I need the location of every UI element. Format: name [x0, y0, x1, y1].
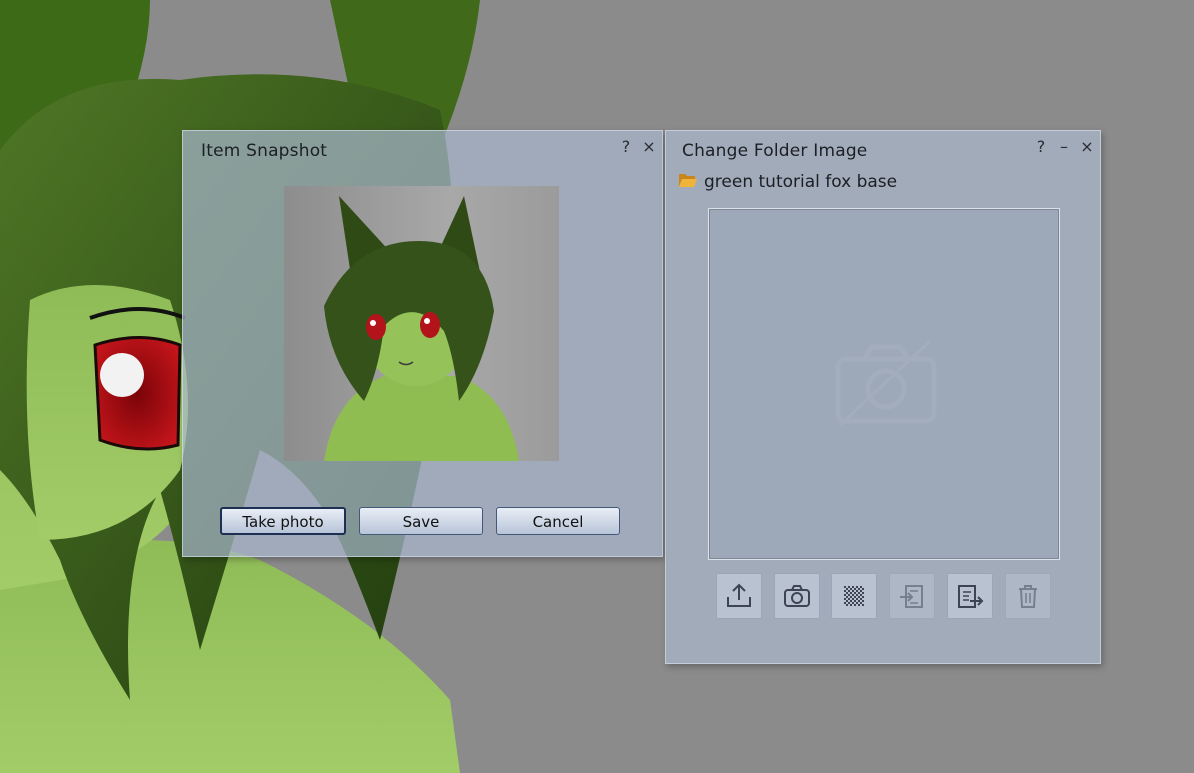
save-button[interactable]: Save: [359, 507, 483, 535]
no-image-camera-icon: [835, 339, 937, 427]
upload-icon: [727, 583, 751, 607]
item-snapshot-floater: Item Snapshot ? × Take photo Save Cancel: [182, 130, 663, 557]
folder-name: green tutorial fox base: [704, 172, 898, 192]
snapshot-preview: [284, 186, 559, 461]
paste-button[interactable]: [889, 573, 935, 619]
floater-title: Change Folder Image: [682, 141, 868, 161]
minimize-icon[interactable]: –: [1055, 137, 1073, 157]
trash-icon: [1019, 585, 1037, 608]
change-folder-image-floater: Change Folder Image ? – × green tutorial…: [665, 130, 1101, 664]
open-folder-icon: [679, 174, 697, 187]
help-icon[interactable]: ?: [617, 137, 635, 157]
delete-button[interactable]: [1005, 573, 1051, 619]
avatar-eye: [93, 336, 182, 451]
help-icon[interactable]: ?: [1032, 137, 1050, 157]
camera-icon: [784, 585, 810, 607]
checker-icon: [844, 586, 864, 606]
copy-button[interactable]: [947, 573, 993, 619]
paste-from-clipboard-icon: [900, 585, 923, 608]
texture-picker-button[interactable]: [831, 573, 877, 619]
floater-title: Item Snapshot: [201, 141, 328, 161]
close-icon[interactable]: ×: [640, 137, 658, 157]
cancel-button[interactable]: Cancel: [496, 507, 620, 535]
folder-image-frame: [708, 208, 1060, 560]
close-icon[interactable]: ×: [1078, 137, 1096, 157]
copy-to-clipboard-icon: [958, 585, 984, 608]
snapshot-button[interactable]: [774, 573, 820, 619]
take-photo-button[interactable]: Take photo: [220, 507, 346, 535]
upload-image-button[interactable]: [716, 573, 762, 619]
